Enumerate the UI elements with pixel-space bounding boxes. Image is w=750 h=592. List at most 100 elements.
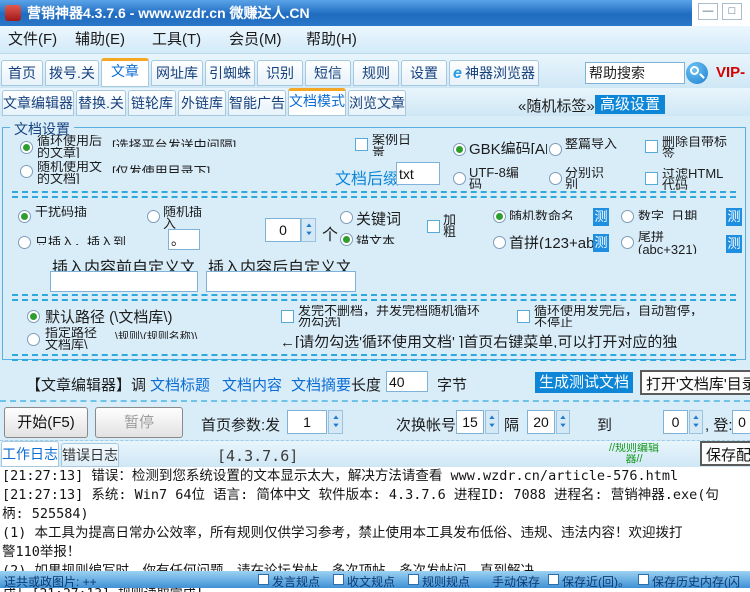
rule-editor-note[interactable]: //规则编辑 bbox=[588, 443, 680, 454]
subtab-chainlib[interactable]: 链轮库 bbox=[128, 90, 176, 116]
interval-input[interactable] bbox=[527, 410, 555, 434]
footer-check-label-1: 发言规点 bbox=[272, 575, 321, 588]
radio-import-whole[interactable] bbox=[549, 143, 562, 156]
subtab-browse[interactable]: 浏览文章 bbox=[348, 90, 406, 116]
login-label: , 登: bbox=[705, 417, 733, 434]
tab-error-log[interactable]: 错误日志 bbox=[61, 443, 119, 467]
radio-use-delete[interactable] bbox=[20, 141, 33, 154]
to-input[interactable] bbox=[663, 410, 688, 434]
maximize-button[interactable]: □ bbox=[722, 3, 742, 20]
checkbox-filter-html[interactable] bbox=[645, 172, 658, 185]
footer-checkbox-3[interactable] bbox=[408, 574, 419, 585]
radio-import-split-label: 分别识别 bbox=[565, 167, 605, 189]
radio-utf8[interactable] bbox=[453, 172, 466, 185]
jam-count-spinner[interactable]: ▲ ▼ bbox=[301, 218, 316, 242]
length-input[interactable] bbox=[386, 371, 428, 392]
radio-anchor[interactable] bbox=[340, 233, 353, 246]
footer-check-label-4: 保存近(回)。 bbox=[562, 575, 630, 588]
menu-help[interactable]: 帮助(H) bbox=[306, 26, 357, 54]
footer-checkbox-4[interactable] bbox=[548, 574, 559, 585]
checkbox-auto-pause[interactable] bbox=[517, 310, 530, 323]
footer-checkbox-5[interactable] bbox=[638, 574, 649, 585]
start-button[interactable]: 开始(F5) bbox=[4, 407, 88, 438]
to-spinner[interactable]: ▲ ▼ bbox=[689, 410, 703, 434]
radio-jam-none[interactable] bbox=[18, 210, 31, 223]
jam-count-input[interactable] bbox=[265, 218, 301, 242]
minimize-button[interactable]: — bbox=[698, 3, 718, 20]
separator bbox=[0, 400, 750, 402]
interval-spinner[interactable]: ▲ ▼ bbox=[556, 410, 570, 434]
tab-rules[interactable]: 规则 bbox=[353, 60, 399, 86]
save-config-button[interactable]: 保存配置 bbox=[700, 441, 750, 466]
tab-settings[interactable]: 设置 bbox=[401, 60, 447, 86]
radio-gbk-label: GBK编码[ANSI] bbox=[469, 141, 547, 154]
radio-keyword[interactable] bbox=[340, 211, 353, 224]
radio-import-split[interactable] bbox=[549, 172, 562, 185]
footer-checkbox-2[interactable] bbox=[333, 574, 344, 585]
subtab-replace[interactable]: 替换.关 bbox=[76, 90, 126, 116]
advanced-settings-button[interactable]: 高级设置 bbox=[595, 95, 665, 114]
checkbox-bold[interactable] bbox=[427, 220, 440, 233]
generate-test-doc-button[interactable]: 生成测试文档 bbox=[535, 372, 633, 393]
tab-work-log[interactable]: 工作日志 bbox=[1, 441, 59, 467]
radio-path-custom[interactable] bbox=[27, 333, 40, 346]
page-param-spinner[interactable]: ▲ ▼ bbox=[328, 410, 343, 434]
link-doc-summary[interactable]: 文档摘要 bbox=[291, 374, 351, 395]
open-doc-library-button[interactable]: 打开'文档库'目录 bbox=[640, 370, 750, 395]
checkbox-keep-files[interactable] bbox=[281, 310, 294, 323]
checkbox-keep-files-label: 发完不删档，并发完档随机循环 bbox=[298, 305, 481, 316]
account-input[interactable] bbox=[456, 410, 484, 434]
tab-home[interactable]: 首页 bbox=[1, 60, 43, 86]
account-spinner[interactable]: ▲ ▼ bbox=[485, 410, 499, 434]
link-doc-content[interactable]: 文档内容 bbox=[222, 374, 282, 395]
tab-urllib[interactable]: 网址库 bbox=[151, 60, 203, 86]
rule-editor-note2[interactable]: 器// bbox=[588, 454, 680, 465]
insert-after-input[interactable] bbox=[206, 271, 356, 292]
menu-tools[interactable]: 工具(T) bbox=[152, 26, 201, 54]
radio-name-random[interactable] bbox=[493, 210, 506, 223]
radio-use-random[interactable] bbox=[20, 165, 33, 178]
test-button-2[interactable]: 测 bbox=[593, 234, 609, 252]
menu-assist[interactable]: 辅助(E) bbox=[75, 26, 125, 54]
search-input[interactable] bbox=[586, 63, 684, 83]
pause-button[interactable]: 暂停 bbox=[95, 407, 183, 438]
radio-name-pinyin-label: 首拼(123+ab bbox=[509, 235, 593, 249]
suffix-input[interactable] bbox=[396, 162, 440, 185]
jam-char-input[interactable] bbox=[168, 229, 200, 250]
radio-jam-none-label: 干扰码插入 bbox=[35, 206, 88, 217]
test-button-1[interactable]: 测 bbox=[593, 208, 609, 226]
radio-name-tail[interactable] bbox=[621, 236, 634, 249]
radio-jam-only[interactable] bbox=[18, 236, 31, 249]
tab-browser[interactable]: e 神器浏览器 bbox=[449, 60, 539, 86]
tab-dial[interactable]: 拨号.关 bbox=[45, 60, 99, 86]
page-param-input[interactable] bbox=[287, 410, 327, 434]
insert-before-input[interactable] bbox=[50, 271, 198, 292]
subtab-extlink[interactable]: 外链库 bbox=[178, 90, 226, 116]
subtab-docmode[interactable]: 文档模式 bbox=[288, 88, 346, 116]
footer-checkbox-1[interactable] bbox=[258, 574, 269, 585]
tab-ocr[interactable]: 识别 bbox=[257, 60, 303, 86]
radio-name-date[interactable] bbox=[621, 210, 634, 223]
radio-name-pinyin[interactable] bbox=[493, 236, 506, 249]
jam-unit-label: 个 bbox=[322, 227, 339, 244]
tab-sms[interactable]: 短信 bbox=[305, 60, 351, 86]
test-button-4[interactable]: 测 bbox=[726, 235, 742, 253]
test-button-3[interactable]: 测 bbox=[726, 208, 742, 226]
title-bar: 营销神器4.3.7.6 - www.wzdr.cn 微赚达人.CN bbox=[0, 0, 750, 26]
checkbox-del-title[interactable] bbox=[645, 140, 658, 153]
footer-strip: 迋共或政图片: ++ 发言规点 收文规点 规则规点 手动保存 保存近(回)。 保… bbox=[0, 571, 750, 588]
tab-article[interactable]: 文章 bbox=[101, 58, 149, 87]
radio-path-default[interactable] bbox=[27, 310, 40, 323]
tab-spider[interactable]: 引蜘蛛 bbox=[205, 60, 255, 86]
login-input[interactable] bbox=[732, 410, 750, 434]
search-button[interactable] bbox=[686, 62, 708, 84]
subtab-editor[interactable]: 文章编辑器 bbox=[2, 90, 74, 116]
radio-jam-random[interactable] bbox=[147, 210, 160, 223]
menu-file[interactable]: 文件(F) bbox=[8, 26, 57, 54]
radio-gbk[interactable] bbox=[453, 143, 466, 156]
checkbox-case[interactable] bbox=[355, 138, 368, 151]
link-doc-title[interactable]: 文档标题 bbox=[150, 374, 210, 395]
subtab-smartad[interactable]: 智能广告 bbox=[228, 90, 286, 116]
vip-label[interactable]: VIP- bbox=[716, 64, 745, 81]
menu-member[interactable]: 会员(M) bbox=[229, 26, 282, 54]
